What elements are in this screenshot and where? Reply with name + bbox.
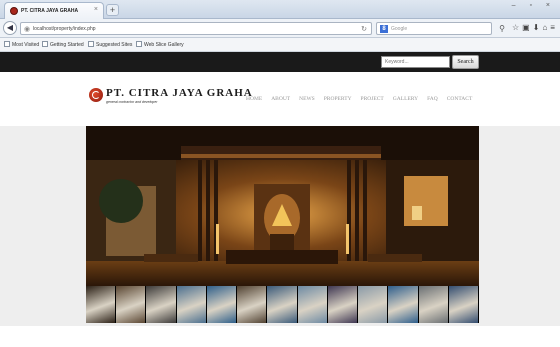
bookmark-web-slice-gallery[interactable]: Web Slice Gallery [136, 41, 184, 48]
slider-thumbnail[interactable] [116, 286, 147, 323]
bookmark-most-visited[interactable]: Most Visited [4, 41, 39, 48]
window-controls[interactable]: – ▫ × [512, 2, 556, 9]
company-logo-icon[interactable] [89, 88, 103, 102]
menu-item-project[interactable]: PROJECT [361, 96, 384, 102]
menu-item-property[interactable]: PROPERTY [324, 96, 352, 102]
slider-thumbnail[interactable] [448, 286, 479, 323]
download-icon[interactable]: ⬇ [533, 23, 543, 32]
bookmark-icon [88, 41, 94, 47]
tab-strip: PT. CITRA JAYA GRAHA × + – ▫ × [0, 0, 560, 19]
bookmark-folder-icon [4, 41, 10, 47]
menu-icon[interactable]: ≡ [550, 23, 558, 32]
site-identity-icon[interactable]: ◉ [24, 25, 30, 33]
menu-item-contact[interactable]: CONTACT [447, 96, 473, 102]
site-top-bar: Search [0, 52, 560, 72]
image-slider[interactable] [86, 126, 479, 323]
new-tab-button[interactable]: + [106, 4, 119, 16]
bookmark-suggested-sites[interactable]: Suggested Sites [88, 41, 132, 48]
tab-title: PT. CITRA JAYA GRAHA [21, 8, 79, 14]
slider-thumbnail[interactable] [358, 286, 389, 323]
tab-close-icon[interactable]: × [94, 6, 98, 13]
star-icon[interactable]: ☆ [512, 23, 522, 32]
bookmark-icon [42, 41, 48, 47]
site-header: PT. CITRA JAYA GRAHA general contractor … [0, 72, 560, 126]
web-page: Search PT. CITRA JAYA GRAHA general cont… [0, 52, 560, 347]
slider-thumbnail[interactable] [388, 286, 419, 323]
toolbar-icons[interactable]: ☆▣⬇⌂≡ [512, 23, 558, 32]
slider-thumbnail[interactable] [176, 286, 207, 323]
url-text: localhost/property/index.php [33, 26, 96, 32]
back-button[interactable]: ◀ [3, 21, 17, 35]
browser-tab[interactable]: PT. CITRA JAYA GRAHA × [4, 2, 104, 19]
menu-item-faq[interactable]: FAQ [427, 96, 438, 102]
company-tagline: general contractor and developer [106, 100, 158, 104]
company-name[interactable]: PT. CITRA JAYA GRAHA [106, 87, 253, 99]
slider-thumbnail[interactable] [86, 286, 117, 323]
keyword-search-input[interactable] [381, 56, 450, 68]
slider-thumbnail[interactable] [146, 286, 177, 323]
bookmark-getting-started[interactable]: Getting Started [42, 41, 84, 48]
slider-thumbnails [86, 286, 479, 323]
menu-item-about[interactable]: ABOUT [271, 96, 290, 102]
magnifier-icon[interactable]: ⚲ [499, 24, 505, 33]
bookmarks-bar: Most Visited Getting Started Suggested S… [0, 38, 560, 52]
search-engine-icon[interactable]: 8 [380, 25, 388, 33]
slider-thumbnail[interactable] [418, 286, 449, 323]
slider-thumbnail[interactable] [327, 286, 359, 323]
reload-icon[interactable]: ↻ [361, 25, 367, 33]
search-button[interactable]: Search [452, 55, 479, 69]
menu-item-news[interactable]: NEWS [299, 96, 315, 102]
slider-thumbnail[interactable] [237, 286, 268, 323]
hotel-lobby-photo [86, 126, 479, 286]
clipboard-icon[interactable]: ▣ [522, 23, 533, 32]
menu-item-home[interactable]: HOME [246, 96, 262, 102]
menu-item-gallery[interactable]: GALLERY [393, 96, 418, 102]
site-favicon-icon [10, 7, 18, 15]
bookmark-icon [136, 41, 142, 47]
slider-thumbnail[interactable] [297, 286, 328, 323]
slider-thumbnail[interactable] [267, 286, 298, 323]
navigation-bar: ◀ ◉ localhost/property/index.php ↻ 8 Goo… [0, 19, 560, 38]
browser-search-bar[interactable]: 8 Google ⚲ [376, 22, 505, 35]
address-bar[interactable]: ◉ localhost/property/index.php ↻ [20, 22, 372, 35]
slider-thumbnail[interactable] [206, 286, 238, 323]
main-menu: HOME ABOUT NEWS PROPERTY PROJECT GALLERY FAQ CO… [246, 96, 481, 102]
browser-search-placeholder: Google [391, 26, 408, 32]
browser-window: PT. CITRA JAYA GRAHA × + – ▫ × ◀ ◉ local… [0, 0, 560, 347]
